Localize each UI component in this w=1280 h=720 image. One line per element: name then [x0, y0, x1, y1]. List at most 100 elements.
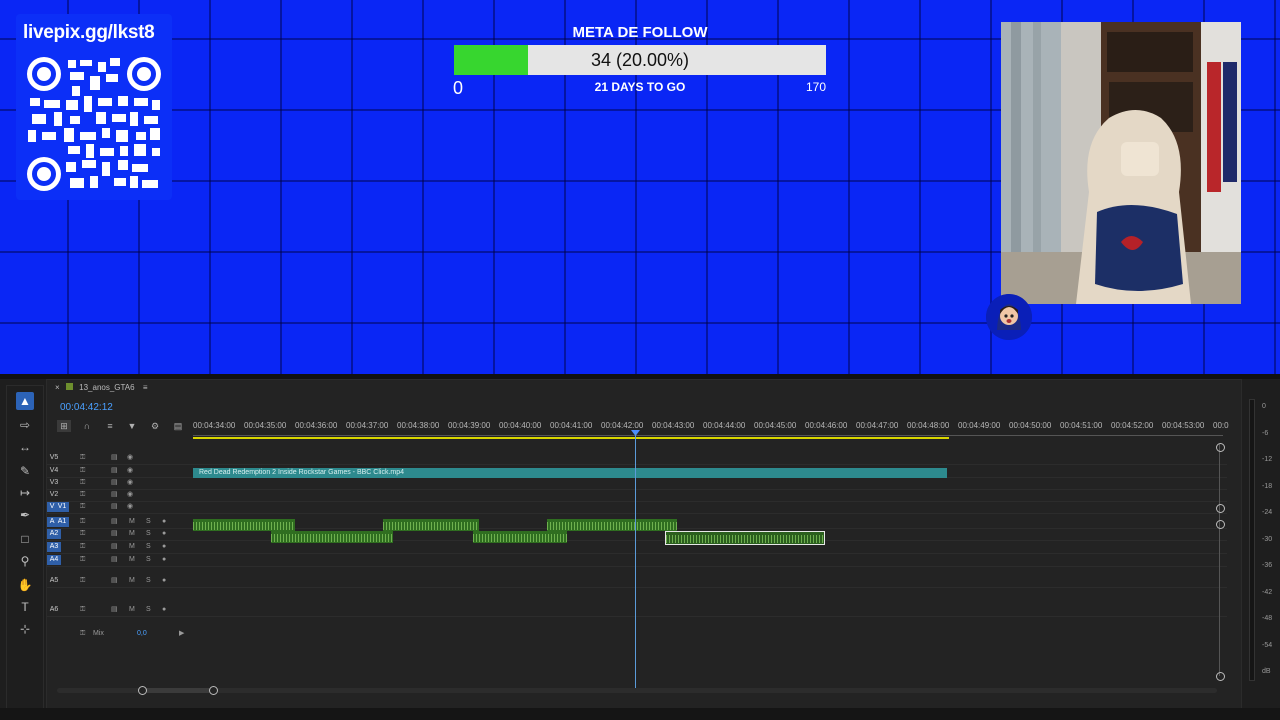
- lock-icon[interactable]: ⚿: [80, 605, 85, 615]
- track-label[interactable]: A3: [47, 542, 61, 552]
- solo-button[interactable]: S: [146, 555, 151, 565]
- razor-tool-icon[interactable]: ✎: [16, 462, 34, 480]
- scroll-handle[interactable]: [1216, 443, 1225, 452]
- playhead[interactable]: [635, 432, 636, 688]
- mic-icon[interactable]: ●: [162, 529, 166, 539]
- mix-label[interactable]: Mix: [93, 629, 104, 639]
- scroll-handle[interactable]: [1216, 672, 1225, 681]
- lock-icon[interactable]: ⚿: [80, 490, 85, 500]
- mix-end-icon[interactable]: ▶: [179, 629, 184, 639]
- scroll-handle[interactable]: [1216, 520, 1225, 529]
- toggle-sync-icon[interactable]: ▤: [111, 517, 118, 527]
- toggle-sync-icon[interactable]: ▤: [111, 529, 118, 539]
- zoom-handle-left[interactable]: [138, 686, 147, 695]
- source-patch-a1[interactable]: A1: [55, 517, 69, 527]
- toggle-sync-icon[interactable]: ▤: [111, 478, 118, 488]
- add-marker-icon[interactable]: ▼: [125, 420, 139, 432]
- toggle-sync-icon[interactable]: ▤: [111, 466, 118, 476]
- video-clip[interactable]: Red Dead Redemption 2 Inside Rockstar Ga…: [193, 468, 947, 478]
- mute-button[interactable]: M: [129, 555, 135, 565]
- selected-audio-clip[interactable]: [665, 531, 825, 545]
- solo-button[interactable]: S: [146, 576, 151, 586]
- mute-button[interactable]: M: [129, 605, 135, 615]
- work-area-bar[interactable]: [193, 437, 949, 439]
- track-select-tool-icon[interactable]: ⇨: [16, 416, 34, 434]
- menu-icon[interactable]: ≡: [143, 383, 148, 392]
- mute-button[interactable]: M: [129, 529, 135, 539]
- track-label[interactable]: A6: [47, 605, 61, 615]
- audio-clip[interactable]: [383, 519, 479, 531]
- lock-icon[interactable]: ⚿: [80, 576, 85, 586]
- solo-button[interactable]: S: [146, 517, 151, 527]
- snap-icon[interactable]: ∩: [80, 420, 94, 432]
- settings-wrench-icon[interactable]: ⚙: [148, 420, 162, 432]
- mic-icon[interactable]: ●: [162, 555, 166, 565]
- selection-tool-icon[interactable]: ▲: [16, 392, 34, 410]
- audio-clip[interactable]: [473, 531, 567, 543]
- track-divider: [47, 501, 1227, 502]
- track-label[interactable]: V3: [47, 478, 61, 488]
- lock-icon[interactable]: ⚿: [80, 555, 85, 565]
- eye-icon[interactable]: ◉: [127, 478, 133, 488]
- mute-button[interactable]: M: [129, 517, 135, 527]
- toggle-sync-icon[interactable]: ▤: [111, 490, 118, 500]
- toggle-sync-icon[interactable]: ▤: [111, 542, 118, 552]
- eye-icon[interactable]: ◉: [127, 502, 133, 512]
- close-tab-icon[interactable]: ×: [55, 383, 60, 392]
- toggle-sync-icon[interactable]: ▤: [111, 605, 118, 615]
- lock-icon[interactable]: ⚿: [80, 466, 85, 476]
- zoom-tool-icon[interactable]: ⚲: [16, 552, 34, 570]
- track-label[interactable]: A5: [47, 576, 61, 586]
- solo-button[interactable]: S: [146, 529, 151, 539]
- solo-button[interactable]: S: [146, 542, 151, 552]
- sequence-tab[interactable]: × 13_anos_GTA6 ≡: [55, 383, 148, 392]
- audio-clip[interactable]: [547, 519, 677, 531]
- track-label[interactable]: V5: [47, 453, 61, 463]
- slip-tool-icon[interactable]: ↦: [16, 484, 34, 502]
- pen-tool-icon[interactable]: ✒: [16, 506, 34, 524]
- horizontal-scroll-thumb[interactable]: [142, 688, 214, 693]
- linked-selection-icon[interactable]: ≡: [103, 420, 117, 432]
- lock-icon[interactable]: ⚿: [80, 529, 85, 539]
- lock-icon[interactable]: ⚿: [80, 478, 85, 488]
- eye-icon[interactable]: ◉: [127, 453, 133, 463]
- track-label[interactable]: V4: [47, 466, 61, 476]
- lock-icon[interactable]: ⚿: [80, 453, 85, 463]
- remix-tool-icon[interactable]: ⊹: [16, 620, 34, 638]
- toggle-sync-icon[interactable]: ▤: [111, 502, 118, 512]
- source-patch-v1[interactable]: V1: [55, 502, 69, 512]
- audio-clip[interactable]: [193, 519, 295, 531]
- nest-toggle-icon[interactable]: ⊞: [57, 420, 71, 432]
- lock-icon[interactable]: ⚿: [80, 502, 85, 512]
- mute-button[interactable]: M: [129, 542, 135, 552]
- mic-icon[interactable]: ●: [162, 576, 166, 586]
- eye-icon[interactable]: ◉: [127, 466, 133, 476]
- solo-button[interactable]: S: [146, 605, 151, 615]
- eye-icon[interactable]: ◉: [127, 490, 133, 500]
- toggle-sync-icon[interactable]: ▤: [111, 576, 118, 586]
- mic-icon[interactable]: ●: [162, 517, 166, 527]
- track-label[interactable]: A2: [47, 529, 61, 539]
- hand-tool-icon[interactable]: ✋: [16, 576, 34, 594]
- lock-icon[interactable]: ⚿: [80, 542, 85, 552]
- toggle-sync-icon[interactable]: ▤: [111, 453, 118, 463]
- lock-icon[interactable]: ⚿: [80, 629, 85, 639]
- scroll-handle[interactable]: [1216, 504, 1225, 513]
- playhead-timecode[interactable]: 00:04:42:12: [60, 402, 113, 413]
- track-label[interactable]: V2: [47, 490, 61, 500]
- mic-icon[interactable]: ●: [162, 542, 166, 552]
- vertical-scrollbar[interactable]: [1219, 444, 1220, 676]
- mix-value[interactable]: 0,0: [137, 629, 147, 639]
- captions-icon[interactable]: ▤: [171, 420, 185, 432]
- rectangle-tool-icon[interactable]: □: [16, 530, 34, 548]
- horizontal-scrollbar[interactable]: [57, 688, 1217, 693]
- toggle-sync-icon[interactable]: ▤: [111, 555, 118, 565]
- type-tool-icon[interactable]: T: [16, 598, 34, 616]
- mic-icon[interactable]: ●: [162, 605, 166, 615]
- track-label[interactable]: A4: [47, 555, 61, 565]
- ripple-edit-tool-icon[interactable]: ↔: [16, 438, 34, 456]
- zoom-handle-right[interactable]: [209, 686, 218, 695]
- lock-icon[interactable]: ⚿: [80, 517, 85, 527]
- mute-button[interactable]: M: [129, 576, 135, 586]
- audio-clip[interactable]: [271, 531, 393, 543]
